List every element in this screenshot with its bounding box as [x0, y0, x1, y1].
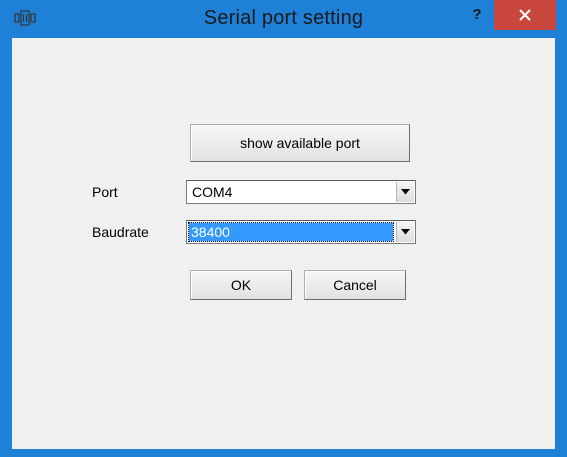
baudrate-select[interactable]: 38400: [186, 220, 416, 244]
close-icon: [519, 9, 531, 21]
close-button[interactable]: [494, 0, 556, 30]
chevron-down-icon: [401, 189, 410, 195]
dialog-window: Serial port setting ? show available por…: [0, 0, 567, 457]
baudrate-select-value: 38400: [188, 222, 394, 242]
port-label: Port: [92, 184, 118, 200]
port-select-value: COM4: [192, 184, 233, 200]
ok-button[interactable]: OK: [190, 270, 292, 300]
show-available-port-button[interactable]: show available port: [190, 124, 410, 162]
chevron-down-icon: [401, 229, 410, 235]
help-button[interactable]: ?: [466, 4, 488, 26]
title-bar[interactable]: Serial port setting ?: [0, 0, 567, 38]
baudrate-label: Baudrate: [92, 224, 149, 240]
dialog-content: show available port Port COM4 Baudrate 3…: [12, 38, 555, 449]
port-select[interactable]: COM4: [186, 180, 416, 204]
port-dropdown-button[interactable]: [396, 182, 414, 202]
baudrate-dropdown-button[interactable]: [396, 222, 414, 242]
cancel-button[interactable]: Cancel: [304, 270, 406, 300]
